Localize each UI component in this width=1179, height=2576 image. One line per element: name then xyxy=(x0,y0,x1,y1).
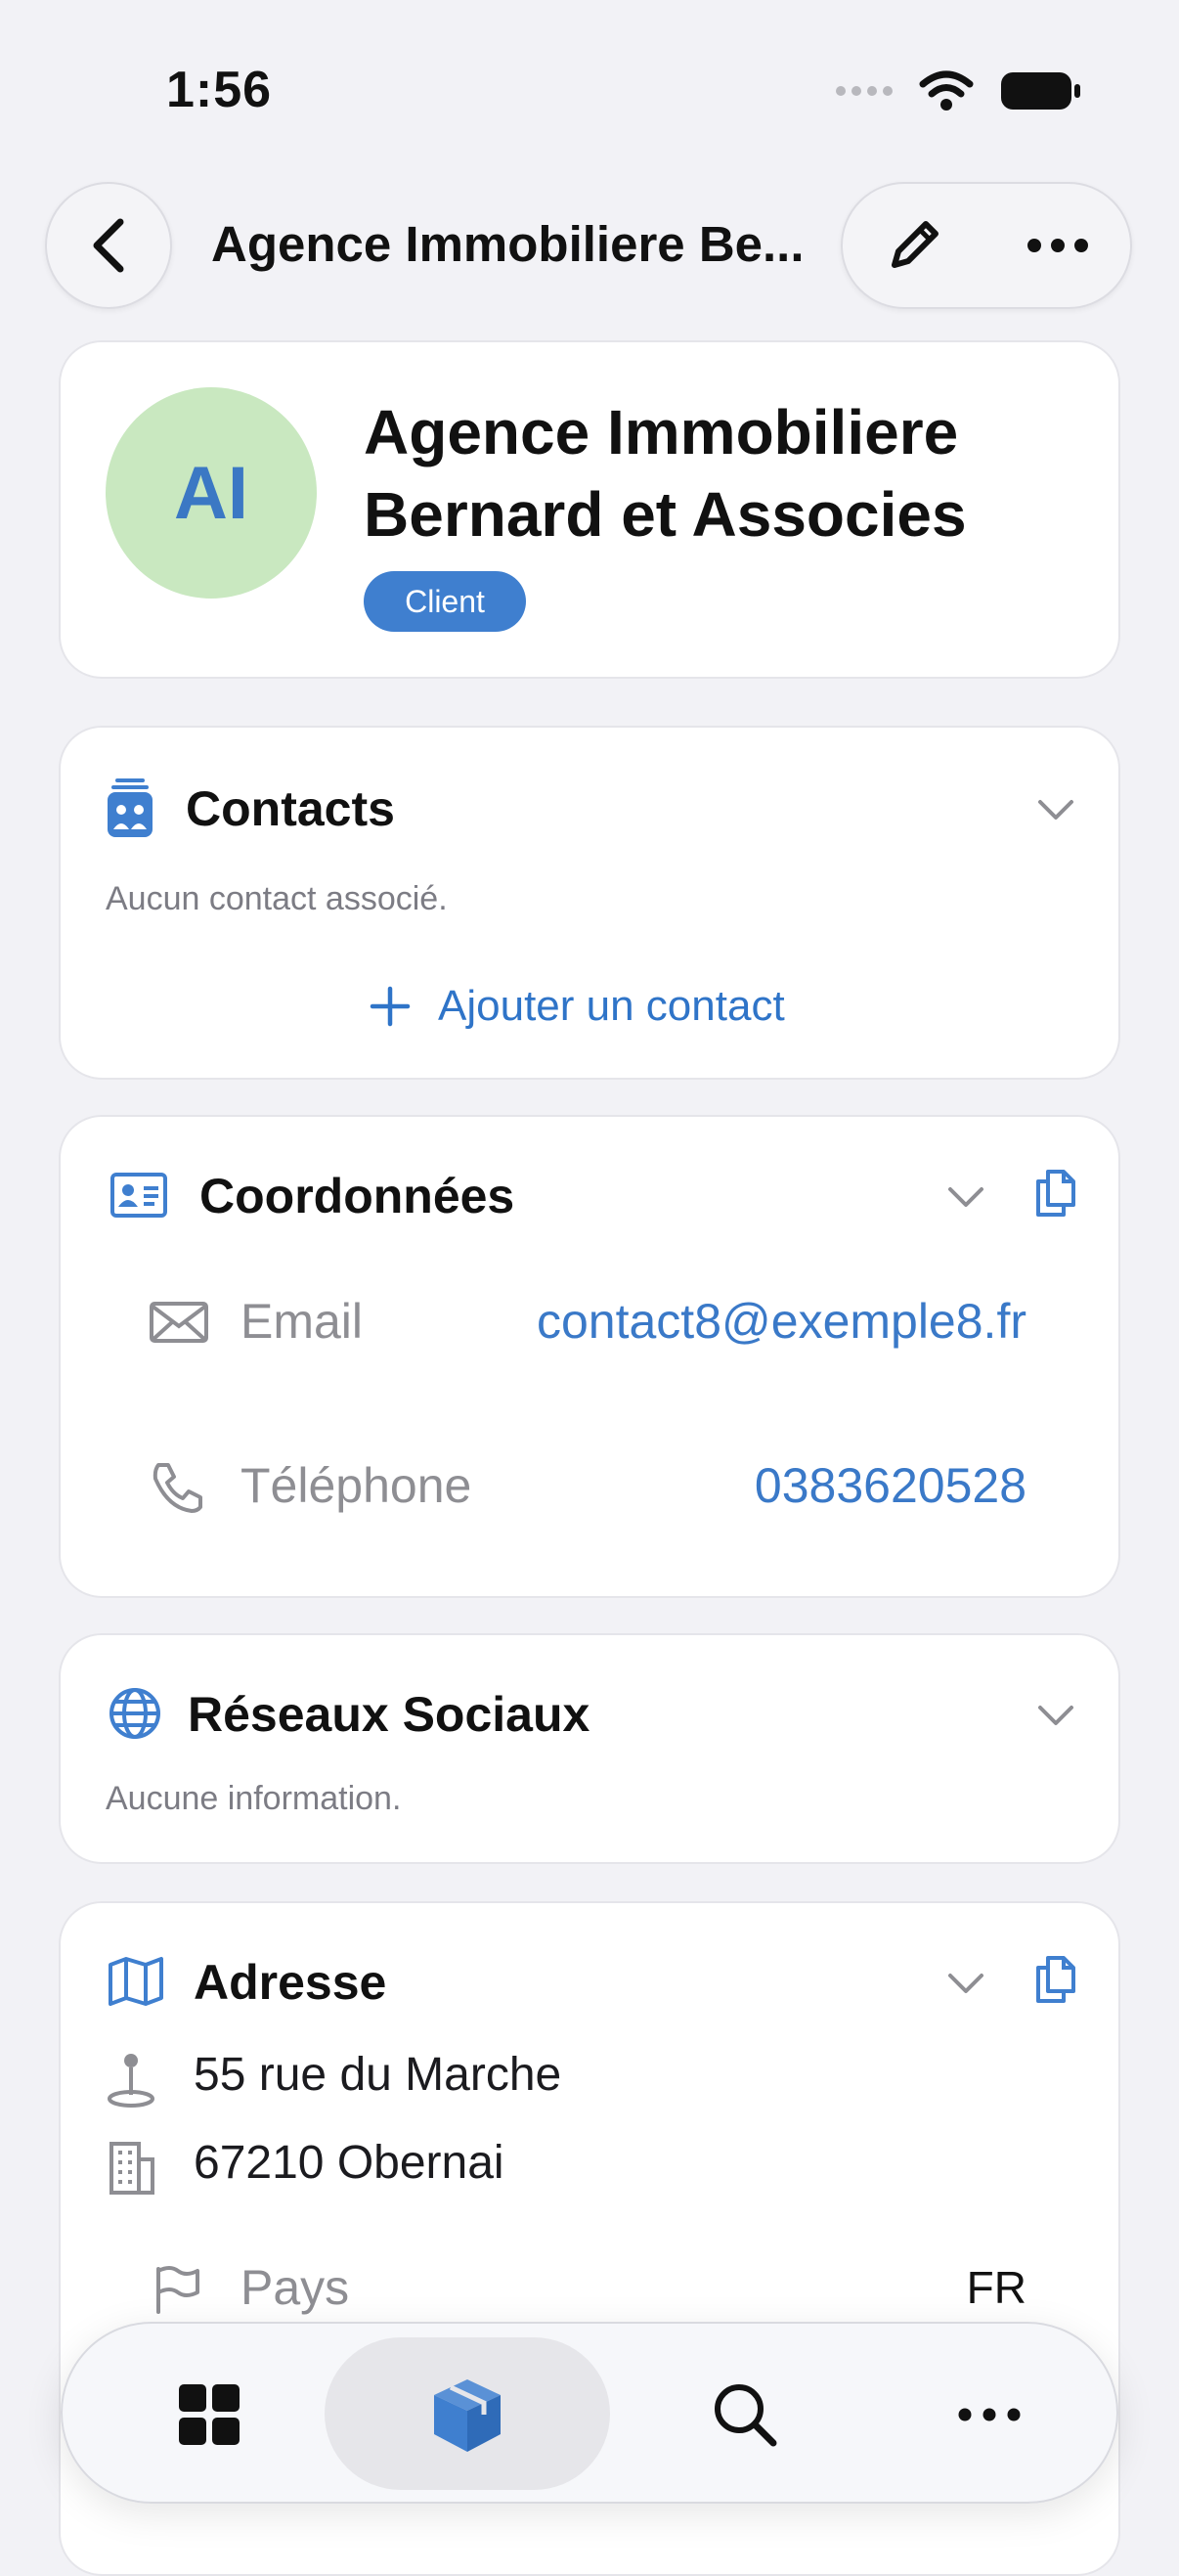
tab-dashboard[interactable] xyxy=(102,2324,317,2506)
tab-box[interactable] xyxy=(325,2324,610,2506)
chevron-down-icon[interactable] xyxy=(1036,1704,1075,1727)
more-icon xyxy=(958,2408,1021,2421)
back-button[interactable] xyxy=(45,182,172,309)
reseaux-title: Réseaux Sociaux xyxy=(188,1687,590,1742)
reseaux-card: Réseaux Sociaux Aucune information. xyxy=(59,1633,1120,1864)
phone-label: Téléphone xyxy=(240,1458,472,1513)
chevron-left-icon xyxy=(93,218,124,273)
contacts-icon xyxy=(108,778,153,837)
status-time: 1:56 xyxy=(166,62,273,118)
ellipsis-icon xyxy=(1026,239,1088,252)
flag-icon xyxy=(156,2266,199,2314)
status-badge: Client xyxy=(364,571,526,632)
country-label: Pays xyxy=(240,2260,350,2315)
location-pin-icon xyxy=(108,2054,154,2108)
contacts-empty-text: Aucun contact associé. xyxy=(106,880,448,917)
pencil-icon xyxy=(891,221,939,268)
search-icon xyxy=(715,2384,777,2447)
copy-icon[interactable] xyxy=(1034,1168,1077,1219)
building-icon xyxy=(109,2142,154,2195)
tab-more[interactable] xyxy=(882,2324,1097,2506)
copy-icon[interactable] xyxy=(1034,1954,1077,2005)
company-header-card: AI Agence Immobiliere Bernard et Associe… xyxy=(59,340,1120,679)
add-contact-button[interactable]: Ajouter un contact xyxy=(370,982,785,1031)
address-street: 55 rue du Marche xyxy=(194,2049,562,2101)
more-button[interactable] xyxy=(1026,238,1089,253)
email-value[interactable]: contact8@exemple8.fr xyxy=(537,1293,1026,1350)
coordonnees-card: Coordonnées Email contact8@exemple8.fr T… xyxy=(59,1115,1120,1598)
chevron-down-icon[interactable] xyxy=(1036,798,1075,822)
tab-search[interactable] xyxy=(637,2324,852,2506)
edit-button[interactable] xyxy=(885,216,943,275)
adresse-title: Adresse xyxy=(194,1955,387,2010)
nav-title: Agence Immobiliere Be... xyxy=(211,216,805,272)
avatar: AI xyxy=(106,387,317,599)
add-contact-label: Ajouter un contact xyxy=(438,982,785,1030)
plus-icon xyxy=(370,986,411,1027)
chevron-down-icon[interactable] xyxy=(946,1185,985,1209)
country-value: FR xyxy=(966,2262,1026,2313)
contacts-title: Contacts xyxy=(186,781,395,836)
grid-icon xyxy=(179,2384,240,2445)
contacts-card: Contacts Aucun contact associé. Ajouter … xyxy=(59,726,1120,1080)
map-icon xyxy=(109,1957,163,2006)
battery-icon xyxy=(1001,72,1080,110)
box-icon xyxy=(434,2379,501,2452)
tab-bar xyxy=(61,2322,1118,2504)
wifi-icon xyxy=(919,70,974,111)
chevron-down-icon[interactable] xyxy=(946,1972,985,1995)
reseaux-empty-text: Aucune information. xyxy=(106,1780,402,1817)
company-name: Agence Immobiliere Bernard et Associes xyxy=(364,397,967,550)
email-label: Email xyxy=(240,1294,364,1349)
contact-card-icon xyxy=(110,1173,167,1218)
coordonnees-title: Coordonnées xyxy=(199,1169,515,1223)
signal-dots-icon xyxy=(836,86,893,96)
address-city: 67210 Obernai xyxy=(194,2137,504,2189)
phone-value[interactable]: 0383620528 xyxy=(755,1457,1026,1514)
envelope-icon xyxy=(150,1302,208,1343)
status-indicators xyxy=(835,70,1081,111)
nav-actions xyxy=(841,182,1132,309)
globe-icon xyxy=(109,1688,160,1739)
phone-icon xyxy=(153,1463,202,1513)
